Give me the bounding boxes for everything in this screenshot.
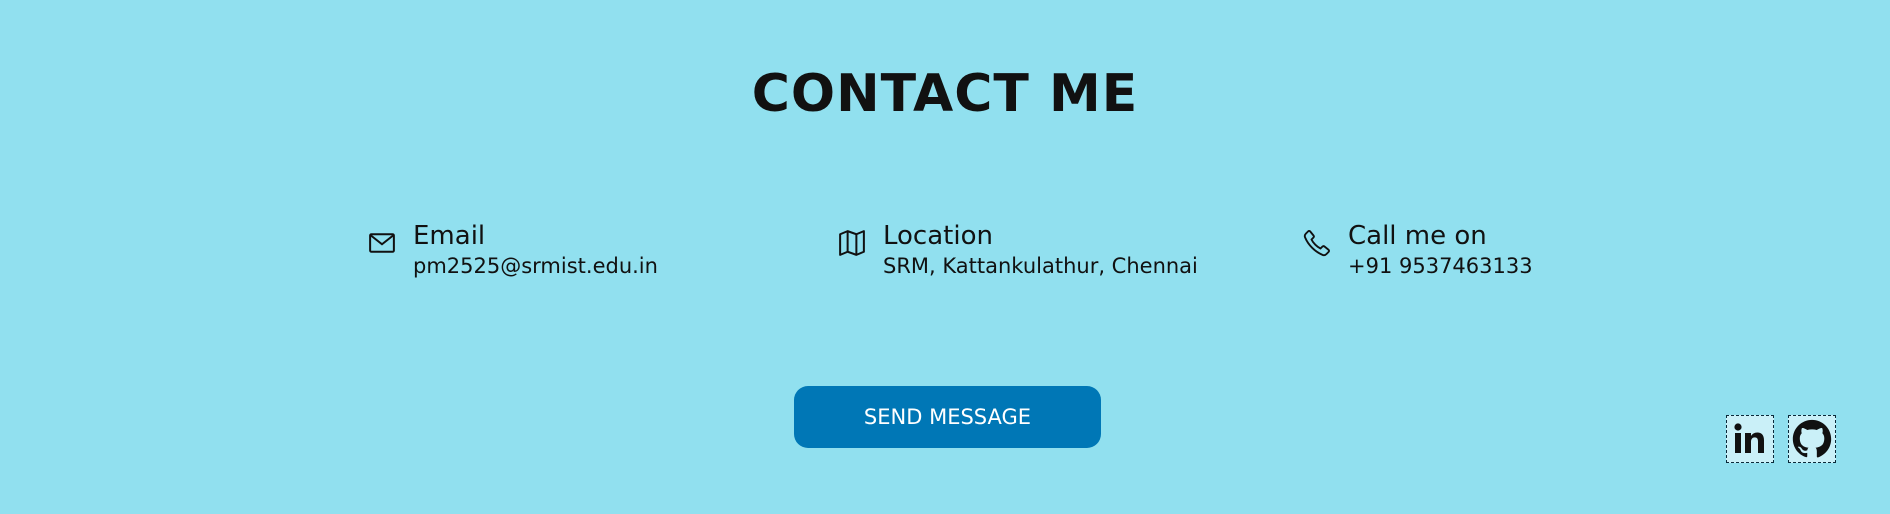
github-icon bbox=[1792, 419, 1832, 458]
phone-icon bbox=[1300, 226, 1334, 260]
contact-email-value[interactable]: pm2525@srmist.edu.in bbox=[413, 252, 658, 280]
contact-phone: Call me on +91 9537463133 bbox=[1300, 220, 1533, 280]
contact-email-label: Email bbox=[413, 221, 486, 251]
contact-location: Location SRM, Kattankulathur, Chennai bbox=[835, 220, 1198, 280]
contact-phone-label: Call me on bbox=[1348, 221, 1487, 251]
send-message-button[interactable]: SEND MESSAGE bbox=[794, 386, 1101, 448]
contact-phone-value[interactable]: +91 9537463133 bbox=[1348, 252, 1533, 280]
page-title: CONTACT ME bbox=[751, 64, 1139, 124]
contact-location-label: Location bbox=[883, 221, 993, 251]
github-link[interactable] bbox=[1788, 415, 1836, 463]
map-icon bbox=[835, 226, 869, 260]
linkedin-link[interactable] bbox=[1726, 415, 1774, 463]
contact-location-value: SRM, Kattankulathur, Chennai bbox=[883, 254, 1198, 278]
linkedin-icon bbox=[1734, 423, 1764, 453]
contact-email: Email pm2525@srmist.edu.in bbox=[365, 220, 658, 280]
envelope-icon bbox=[365, 226, 399, 260]
